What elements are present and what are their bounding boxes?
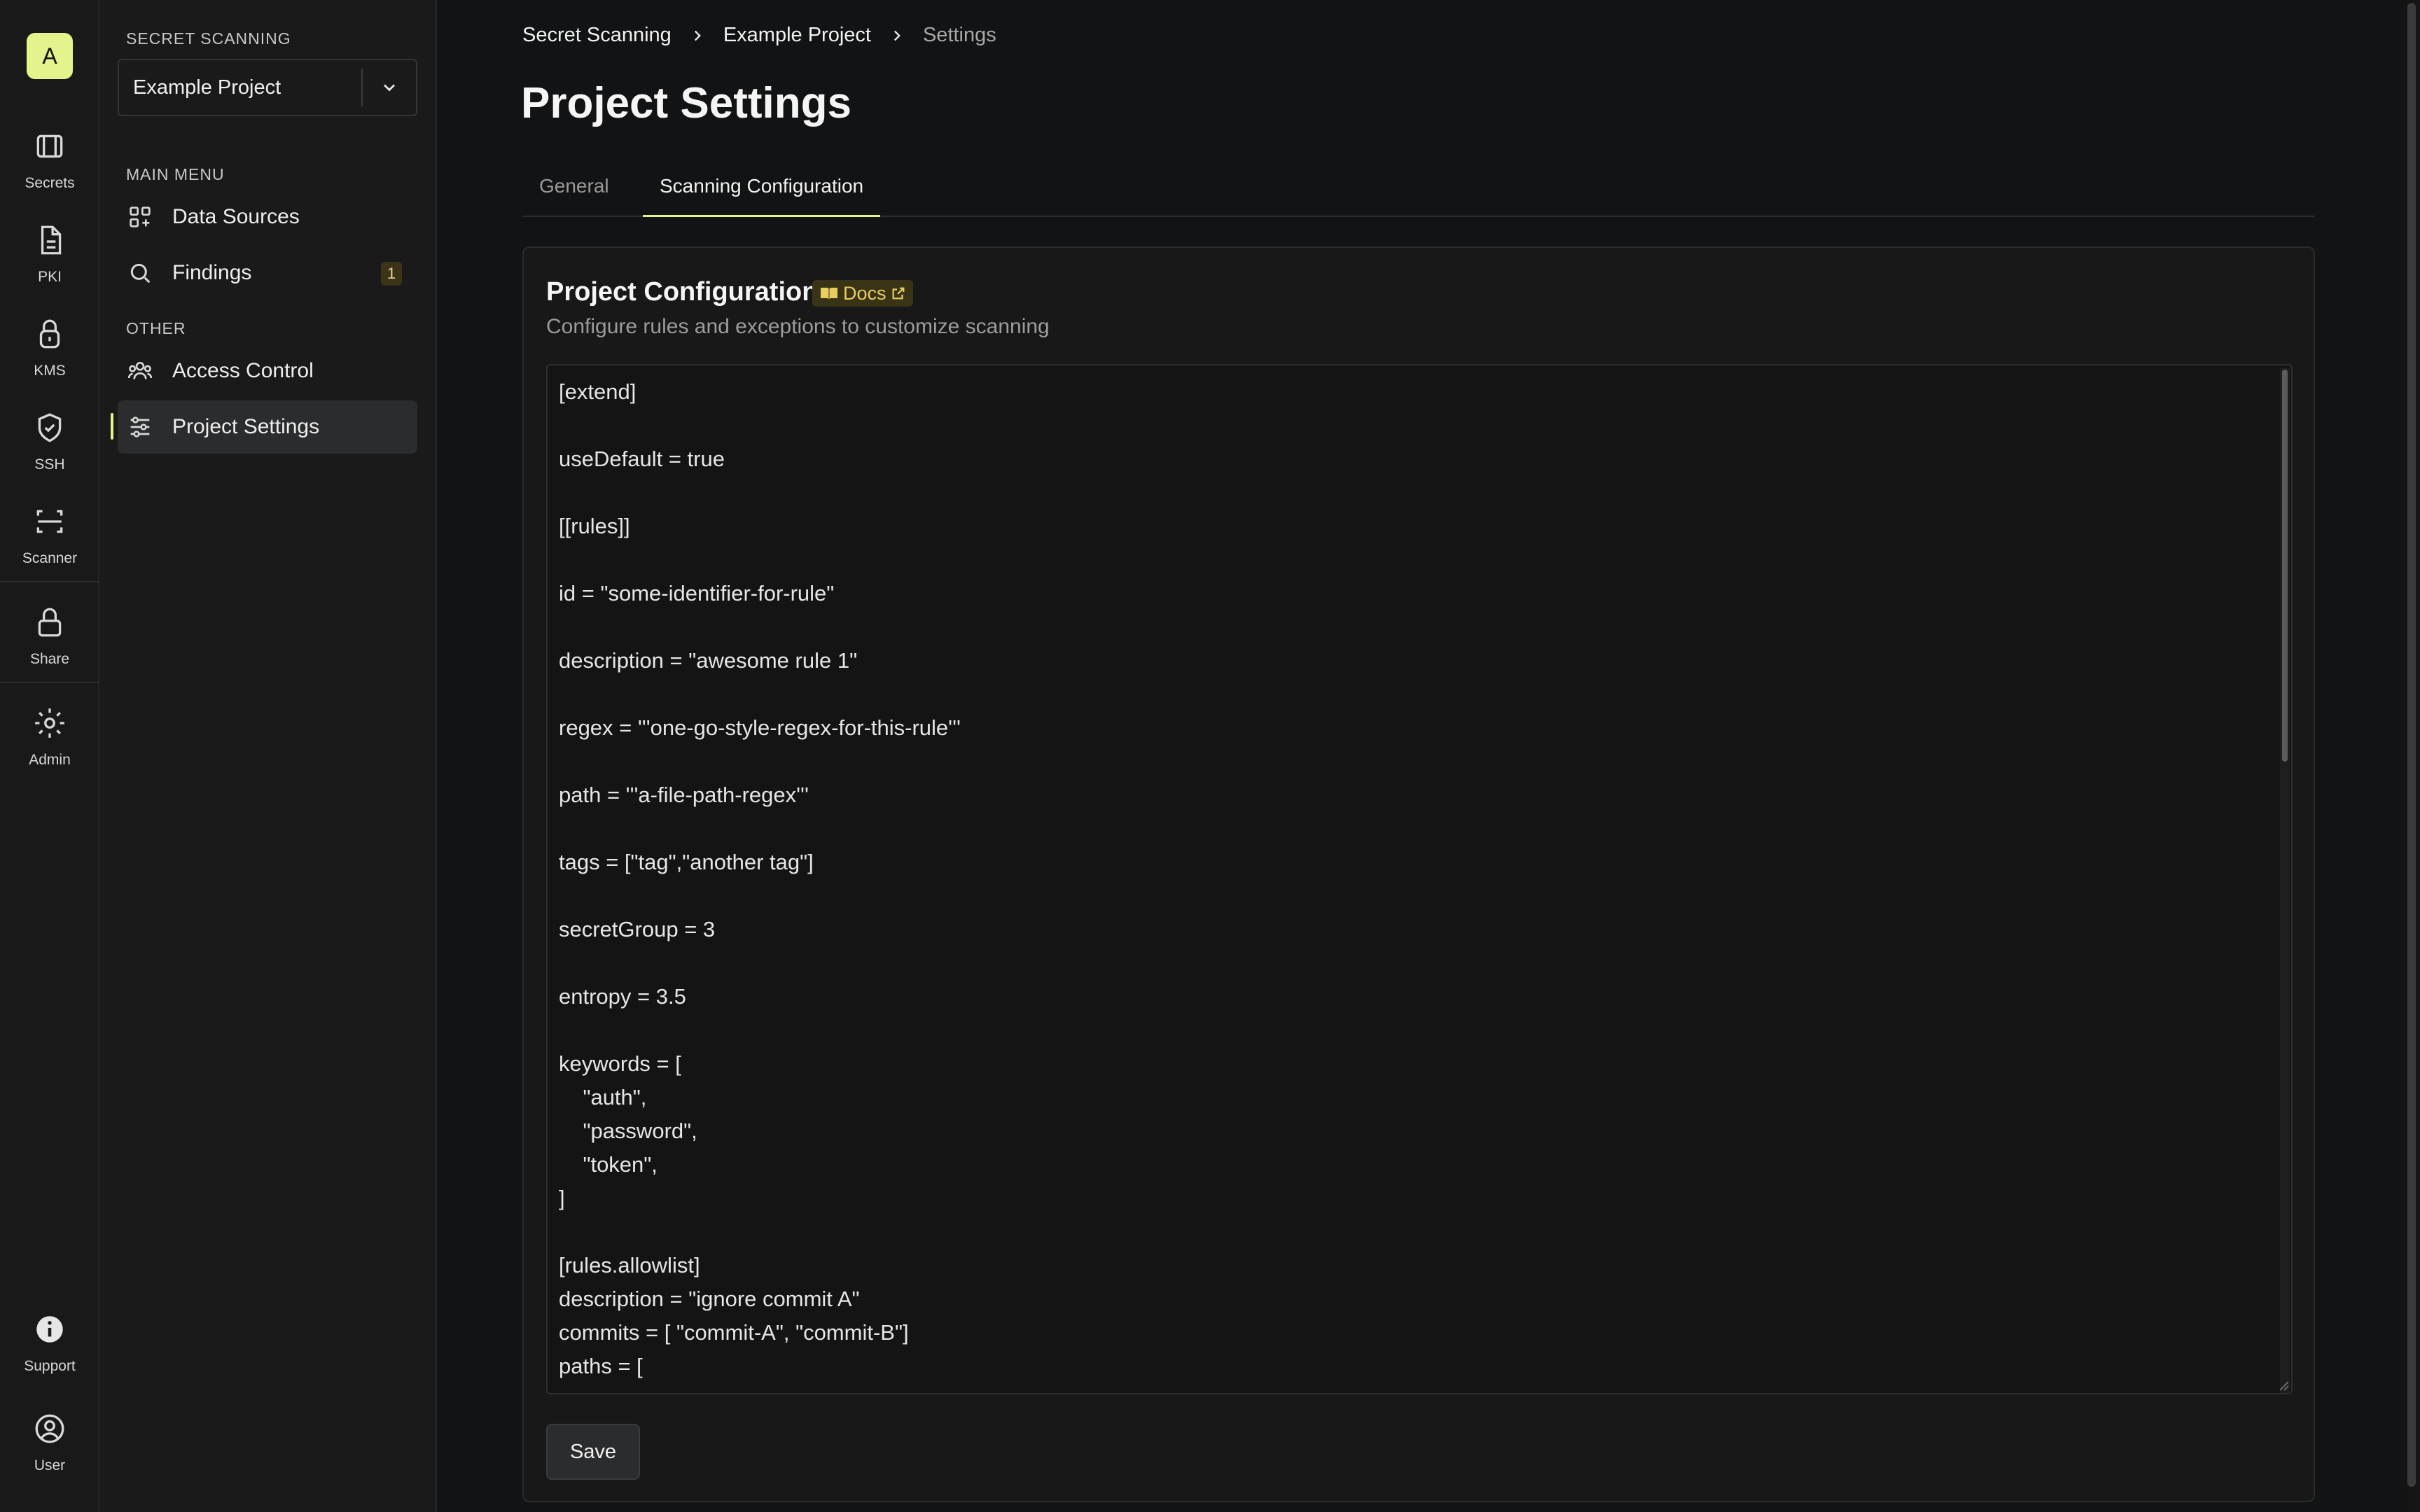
docs-label: Docs [843,282,886,304]
config-editor[interactable]: [extend] useDefault = true [[rules]] id … [546,364,2293,1394]
rail-label: Support [24,1358,76,1374]
main-content: Secret Scanning Example Project Settings… [437,0,2403,1512]
vault-icon [36,134,63,158]
rail-divider [0,682,99,683]
rail-divider [0,581,99,582]
editor-scroll-thumb[interactable] [2282,370,2288,762]
tab-general[interactable]: General [522,175,626,217]
active-indicator [111,413,113,440]
rail-item-secrets[interactable]: Secrets [0,120,99,204]
document-icon [41,225,62,255]
rail-label: SSH [34,456,65,472]
sidebar-item-project-settings[interactable]: Project Settings [118,400,417,454]
search-icon [130,263,151,284]
breadcrumb: Secret Scanning Example Project Settings [522,24,996,47]
sidebar-item-label: Project Settings [172,415,320,438]
rail-item-pki[interactable]: PKI [0,214,99,298]
rail-label: PKI [38,269,62,285]
project-select[interactable]: Example Project [118,59,417,116]
grid-plus-icon [130,206,151,227]
project-select-value: Example Project [133,76,281,99]
chevron-right-icon [888,27,906,45]
book-icon [821,288,837,300]
breadcrumb-example-project[interactable]: Example Project [723,24,871,47]
main-menu-title: MAIN MENU [126,165,225,183]
app-window: A Secrets PKI KMS SSH Scanner Share Admi… [0,0,2420,1512]
user-circle-icon [35,1414,64,1443]
rail-label: Admin [29,752,71,768]
rail-label: Scanner [22,550,78,566]
page-scroll-thumb[interactable] [2407,3,2416,1487]
rail-item-scanner[interactable]: Scanner [0,496,99,580]
org-avatar[interactable]: A [27,33,73,79]
chevron-down-icon[interactable] [363,78,416,97]
rail-item-user[interactable]: User [0,1403,99,1487]
breadcrumb-secret-scanning[interactable]: Secret Scanning [522,24,672,47]
rail-item-admin[interactable]: Admin [0,697,99,781]
rail-item-share[interactable]: Share [0,596,99,680]
card-title: Project Configuration [546,277,819,307]
global-nav-rail: A Secrets PKI KMS SSH Scanner Share Admi… [0,0,99,1512]
users-icon [127,362,153,379]
sidebar-item-access-control[interactable]: Access Control [118,344,417,398]
rail-label: Share [29,651,70,667]
gear-icon [35,708,64,738]
sidebar-item-label: Access Control [172,359,314,382]
card-subtitle: Configure rules and exceptions to custom… [546,315,1050,338]
resize-handle-icon[interactable] [2276,1378,2290,1392]
sidebar-item-label: Data Sources [172,205,300,228]
sliders-icon [130,416,150,438]
shield-check-icon [38,413,62,442]
other-menu-title: OTHER [126,319,186,337]
page-scrollbar[interactable] [2403,0,2420,1512]
rail-label: User [34,1457,66,1474]
rail-label: Secrets [25,175,75,191]
lock-fingerprint-icon [39,319,60,349]
rail-item-kms[interactable]: KMS [0,308,99,392]
rail-item-ssh[interactable]: SSH [0,402,99,486]
sidebar-item-data-sources[interactable]: Data Sources [118,190,417,244]
rail-item-support[interactable]: Support [0,1303,99,1387]
sidebar-item-label: Findings [172,261,252,284]
findings-count-badge: 1 [381,262,402,286]
external-link-icon [892,287,904,300]
project-sidebar: SECRET SCANNING Example Project MAIN MEN… [99,0,437,1512]
tab-scanning-configuration[interactable]: Scanning Configuration [643,175,881,217]
info-icon [36,1316,63,1343]
page-title: Project Settings [521,79,851,127]
save-button[interactable]: Save [546,1424,640,1480]
config-textarea[interactable]: [extend] useDefault = true [[rules]] id … [559,375,2267,1383]
editor-scrollbar[interactable] [2280,368,2290,1393]
settings-tabs: General Scanning Configuration [522,165,2315,217]
scan-icon [36,510,63,533]
sidebar-section-title: SECRET SCANNING [126,29,291,48]
docs-link[interactable]: Docs [812,280,913,307]
rail-label: KMS [34,363,66,379]
lock-icon [38,608,62,637]
project-configuration-card: Project Configuration Docs Configure rul… [522,246,2315,1502]
breadcrumb-settings: Settings [922,24,996,46]
sidebar-item-findings[interactable]: Findings 1 [118,246,417,300]
chevron-right-icon [688,27,707,45]
